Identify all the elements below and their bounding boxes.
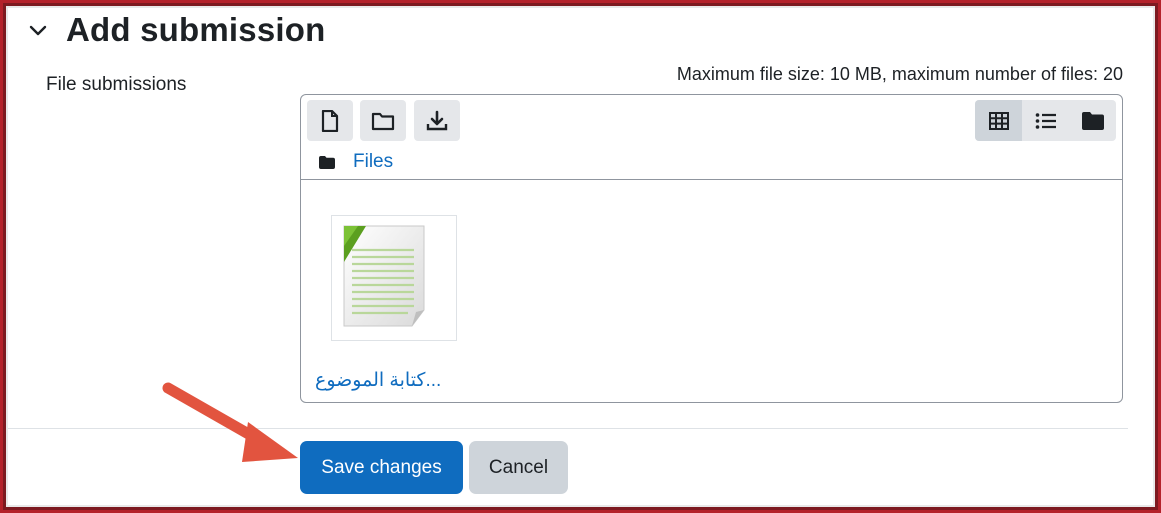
file-thumbnail[interactable]	[331, 215, 457, 341]
breadcrumb-files-link[interactable]: Files	[353, 151, 393, 173]
cancel-button[interactable]: Cancel	[469, 441, 568, 494]
folder-view-icon	[1081, 111, 1104, 130]
list-view-icon	[1035, 112, 1056, 129]
chevron-down-icon[interactable]	[26, 18, 50, 42]
file-manager: Files ...كتابة الموضوع	[300, 94, 1123, 403]
new-file-icon	[321, 109, 339, 132]
download-icon	[426, 110, 448, 130]
download-all-button[interactable]	[414, 100, 460, 141]
breadcrumb: Files	[319, 151, 393, 173]
document-icon	[343, 225, 425, 327]
grid-view-icon	[988, 111, 1009, 130]
folder-icon	[319, 155, 335, 169]
annotation-arrow-icon	[162, 382, 298, 462]
list-view-button[interactable]	[1022, 100, 1069, 141]
section-title: Add submission	[66, 11, 326, 48]
create-folder-button[interactable]	[360, 100, 406, 141]
save-changes-button[interactable]: Save changes	[300, 441, 463, 494]
field-label: File submissions	[46, 74, 187, 95]
section-header[interactable]: Add submission	[26, 8, 326, 52]
add-file-button[interactable]	[307, 100, 353, 141]
file-limits-text: Maximum file size: 10 MB, maximum number…	[676, 64, 1123, 84]
tree-view-button[interactable]	[1069, 100, 1116, 141]
file-name-link[interactable]: ...كتابة الموضوع	[315, 369, 441, 392]
grid-view-button[interactable]	[975, 100, 1022, 141]
submission-panel: Add submission File submissions Maximum …	[8, 8, 1153, 505]
file-manager-toolbar: Files	[301, 95, 1122, 180]
view-toggle-group	[975, 100, 1116, 141]
new-folder-icon	[371, 112, 395, 130]
